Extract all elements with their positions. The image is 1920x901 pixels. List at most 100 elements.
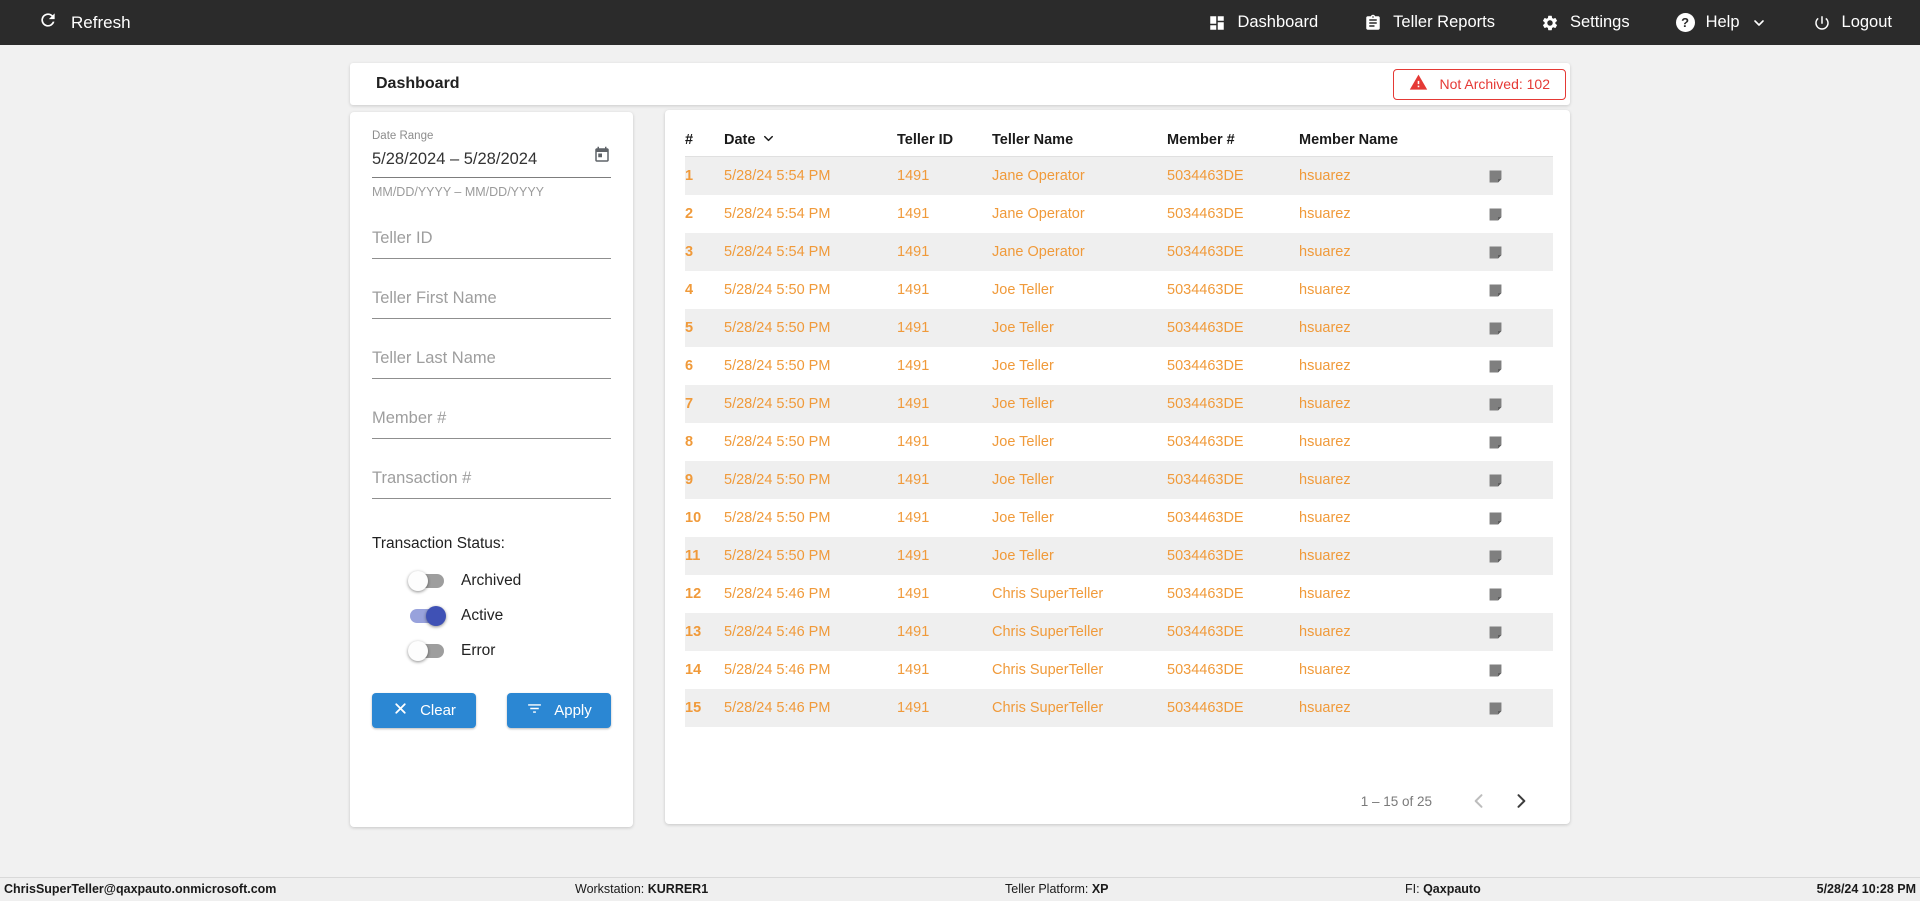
cell-member-number: 5034463DE [1167, 510, 1244, 526]
cell-row-number: 5 [685, 320, 694, 336]
cell-row-number: 11 [685, 548, 701, 564]
next-page-icon[interactable] [1508, 788, 1534, 814]
col-header-date-label: Date [724, 132, 756, 148]
cell-teller-id: 1491 [897, 396, 930, 412]
table-row[interactable]: 7 5/28/24 5:50 PM 1491 Joe Teller 503446… [685, 385, 1553, 423]
clear-button[interactable]: Clear [372, 693, 476, 728]
teller-last-name-input[interactable] [372, 345, 611, 379]
note-icon[interactable] [1484, 662, 1553, 679]
note-icon[interactable] [1484, 434, 1553, 451]
calendar-icon[interactable] [593, 146, 611, 169]
cell-row-number: 12 [685, 586, 702, 602]
teller-platform-label: Teller Platform: [1005, 882, 1089, 896]
col-header-teller-id: Teller ID [897, 132, 954, 148]
table-row[interactable]: 3 5/28/24 5:54 PM 1491 Jane Operator 503… [685, 233, 1553, 271]
table-row[interactable]: 12 5/28/24 5:46 PM 1491 Chris SuperTelle… [685, 575, 1553, 613]
nav-item-settings[interactable]: Settings [1541, 13, 1630, 32]
date-format-hint: MM/DD/YYYY – MM/DD/YYYY [372, 185, 545, 199]
status-toggle[interactable] [408, 571, 446, 591]
note-icon[interactable] [1484, 586, 1553, 603]
refresh-button[interactable]: Refresh [38, 10, 131, 35]
table-row[interactable]: 14 5/28/24 5:46 PM 1491 Chris SuperTelle… [685, 651, 1553, 689]
table-row[interactable]: 8 5/28/24 5:50 PM 1491 Joe Teller 503446… [685, 423, 1553, 461]
cell-member-name: hsuarez [1299, 358, 1351, 374]
fi-label: FI: [1405, 882, 1420, 896]
date-range-field[interactable]: 5/28/2024 – 5/28/2024 [372, 146, 611, 178]
cell-row-number: 6 [685, 358, 694, 374]
cell-member-name: hsuarez [1299, 396, 1351, 412]
table-row[interactable]: 2 5/28/24 5:54 PM 1491 Jane Operator 503… [685, 195, 1553, 233]
cell-teller-name: Joe Teller [992, 282, 1054, 298]
status-toggle[interactable] [408, 641, 446, 661]
table-row[interactable]: 6 5/28/24 5:50 PM 1491 Joe Teller 503446… [685, 347, 1553, 385]
cell-date: 5/28/24 5:50 PM [724, 472, 831, 488]
note-icon[interactable] [1484, 282, 1553, 299]
cell-member-name: hsuarez [1299, 244, 1351, 260]
table-row[interactable]: 4 5/28/24 5:50 PM 1491 Joe Teller 503446… [685, 271, 1553, 309]
status-toggle-row: Archived [408, 570, 611, 592]
cell-row-number: 13 [685, 624, 702, 640]
cell-teller-name: Joe Teller [992, 396, 1054, 412]
teller-first-name-input[interactable] [372, 285, 611, 319]
table-row[interactable]: 10 5/28/24 5:50 PM 1491 Joe Teller 50344… [685, 499, 1553, 537]
member-number-input[interactable] [372, 405, 611, 439]
note-icon[interactable] [1484, 320, 1553, 337]
cell-teller-id: 1491 [897, 586, 930, 602]
table-row[interactable]: 11 5/28/24 5:50 PM 1491 Joe Teller 50344… [685, 537, 1553, 575]
nav-item-teller-reports[interactable]: Teller Reports [1364, 13, 1495, 32]
cell-member-number: 5034463DE [1167, 472, 1244, 488]
cell-teller-name: Chris SuperTeller [992, 624, 1104, 640]
toggle-knob [408, 641, 428, 661]
cell-member-name: hsuarez [1299, 548, 1351, 564]
cell-teller-name: Chris SuperTeller [992, 586, 1104, 602]
status-timestamp: 5/28/24 10:28 PM [1816, 882, 1916, 896]
previous-page-icon[interactable] [1466, 788, 1492, 814]
cell-member-number: 5034463DE [1167, 206, 1244, 222]
note-icon[interactable] [1484, 548, 1553, 565]
cell-date: 5/28/24 5:50 PM [724, 548, 831, 564]
note-icon[interactable] [1484, 206, 1553, 223]
cell-member-name: hsuarez [1299, 434, 1351, 450]
cell-date: 5/28/24 5:46 PM [724, 586, 831, 602]
table-row[interactable]: 1 5/28/24 5:54 PM 1491 Jane Operator 503… [685, 157, 1553, 195]
table-row[interactable]: 9 5/28/24 5:50 PM 1491 Joe Teller 503446… [685, 461, 1553, 499]
toggle-knob [426, 606, 446, 626]
cell-member-name: hsuarez [1299, 282, 1351, 298]
not-archived-badge[interactable]: Not Archived: 102 [1393, 68, 1566, 100]
status-toggle[interactable] [408, 606, 446, 626]
teller-id-input[interactable] [372, 225, 611, 259]
note-icon[interactable] [1484, 472, 1553, 489]
col-header-member-name: Member Name [1299, 132, 1399, 148]
status-toggle-label: Error [461, 642, 496, 659]
workstation-status: Workstation: KURRER1 [575, 878, 708, 901]
note-icon[interactable] [1484, 396, 1553, 413]
clipboard-icon [1364, 14, 1382, 32]
note-icon[interactable] [1484, 168, 1553, 185]
cell-row-number: 7 [685, 396, 694, 412]
transaction-status-label: Transaction Status: [372, 535, 505, 552]
page-title: Dashboard [376, 75, 460, 92]
table-row[interactable]: 15 5/28/24 5:46 PM 1491 Chris SuperTelle… [685, 689, 1553, 727]
table-row[interactable]: 13 5/28/24 5:46 PM 1491 Chris SuperTelle… [685, 613, 1553, 651]
fi-value: Qaxpauto [1423, 882, 1481, 896]
note-icon[interactable] [1484, 624, 1553, 641]
transaction-number-input[interactable] [372, 465, 611, 499]
nav-item-help[interactable]: ? Help [1675, 13, 1767, 32]
nav-label: Teller Reports [1393, 13, 1495, 31]
clear-label: Clear [420, 702, 456, 719]
transactions-panel: # Date Teller ID Teller Name Member # Me… [665, 110, 1570, 824]
cell-row-number: 9 [685, 472, 694, 488]
note-icon[interactable] [1484, 700, 1553, 717]
col-header-date[interactable]: Date [724, 131, 897, 150]
cell-member-number: 5034463DE [1167, 586, 1244, 602]
note-icon[interactable] [1484, 244, 1553, 261]
apply-label: Apply [554, 702, 592, 719]
nav-item-dashboard[interactable]: Dashboard [1208, 13, 1318, 32]
note-icon[interactable] [1484, 358, 1553, 375]
cell-teller-id: 1491 [897, 548, 930, 564]
apply-button[interactable]: Apply [507, 693, 611, 728]
table-row[interactable]: 5 5/28/24 5:50 PM 1491 Joe Teller 503446… [685, 309, 1553, 347]
nav-item-logout[interactable]: Logout [1813, 13, 1892, 32]
cell-member-name: hsuarez [1299, 320, 1351, 336]
note-icon[interactable] [1484, 510, 1553, 527]
